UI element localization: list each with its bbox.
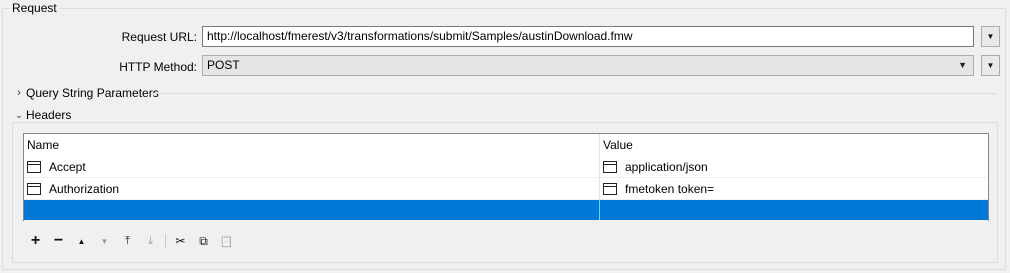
plus-icon: +	[30, 232, 41, 249]
headers-label: Headers	[26, 108, 72, 122]
cut-button[interactable]: ✂	[169, 231, 192, 251]
triangle-down-icon: ▼	[958, 60, 967, 70]
text-field-icon	[27, 183, 41, 195]
move-top-button[interactable]: ⤒	[116, 231, 139, 251]
minus-icon: −	[53, 232, 64, 249]
header-name-text: Accept	[49, 160, 86, 174]
scissors-icon: ✂	[175, 234, 186, 248]
text-field-icon	[603, 161, 617, 173]
copy-icon: ⧉	[199, 233, 208, 248]
name-cell[interactable]	[24, 200, 599, 221]
arrow-down-icon: ▼	[100, 236, 109, 246]
column-header-name[interactable]: Name	[24, 134, 600, 156]
value-cell[interactable]: application/json	[600, 156, 988, 178]
triangle-down-icon: ▼	[986, 61, 995, 70]
headers-toggle[interactable]: ⌄ Headers	[12, 107, 71, 123]
column-header-value[interactable]: Value	[600, 134, 988, 156]
text-field-icon	[603, 183, 617, 195]
value-cell[interactable]: fmetoken token=	[600, 178, 988, 200]
header-value-text: fmetoken token=	[625, 182, 715, 196]
clipboard-icon: 📋	[219, 235, 234, 248]
http-method-menu-button[interactable]: ▼	[981, 55, 1000, 76]
name-cell[interactable]: Accept	[24, 156, 599, 178]
move-top-icon: ⤒	[125, 234, 130, 247]
query-params-label: Query String Parameters	[26, 86, 159, 100]
chevron-down-icon: ⌄	[15, 109, 23, 120]
table-row-new-selected[interactable]	[24, 200, 988, 221]
header-name-text: Authorization	[49, 182, 120, 196]
http-method-value: POST	[207, 58, 240, 72]
query-params-toggle[interactable]: › Query String Parameters	[12, 85, 159, 101]
move-down-button[interactable]: ▼	[93, 231, 116, 251]
text-field-icon	[27, 161, 41, 173]
table-row[interactable]: Accept application/json	[24, 156, 988, 178]
value-cell[interactable]	[600, 200, 988, 221]
http-method-label: HTTP Method:	[119, 60, 197, 74]
chevron-right-icon: ›	[17, 87, 21, 99]
divider	[152, 93, 996, 94]
toolbar-separator	[165, 234, 166, 248]
paste-button[interactable]: 📋	[215, 231, 238, 251]
group-title: Request	[9, 1, 60, 15]
name-cell[interactable]: Authorization	[24, 178, 599, 200]
triangle-down-icon: ▼	[986, 32, 995, 41]
headers-table: Name Value Accept application/json Autho…	[23, 133, 989, 221]
remove-row-button[interactable]: −	[47, 231, 70, 251]
arrow-up-icon: ▲	[77, 236, 86, 246]
request-url-input[interactable]: http://localhost/fmerest/v3/transformati…	[202, 26, 974, 47]
add-row-button[interactable]: +	[24, 231, 47, 251]
http-method-select[interactable]: POST ▼	[202, 55, 974, 76]
request-url-label: Request URL:	[121, 30, 197, 44]
move-bottom-button[interactable]: ⤓	[139, 231, 162, 251]
header-value-text: application/json	[625, 160, 708, 174]
request-url-menu-button[interactable]: ▼	[981, 26, 1000, 47]
table-row[interactable]: Authorization fmetoken token=	[24, 178, 988, 200]
table-toolbar: + − ▲ ▼ ⤒ ⤓ ✂ ⧉ 📋	[24, 231, 238, 251]
move-bottom-icon: ⤓	[148, 234, 153, 247]
move-up-button[interactable]: ▲	[70, 231, 93, 251]
copy-button[interactable]: ⧉	[192, 231, 215, 251]
